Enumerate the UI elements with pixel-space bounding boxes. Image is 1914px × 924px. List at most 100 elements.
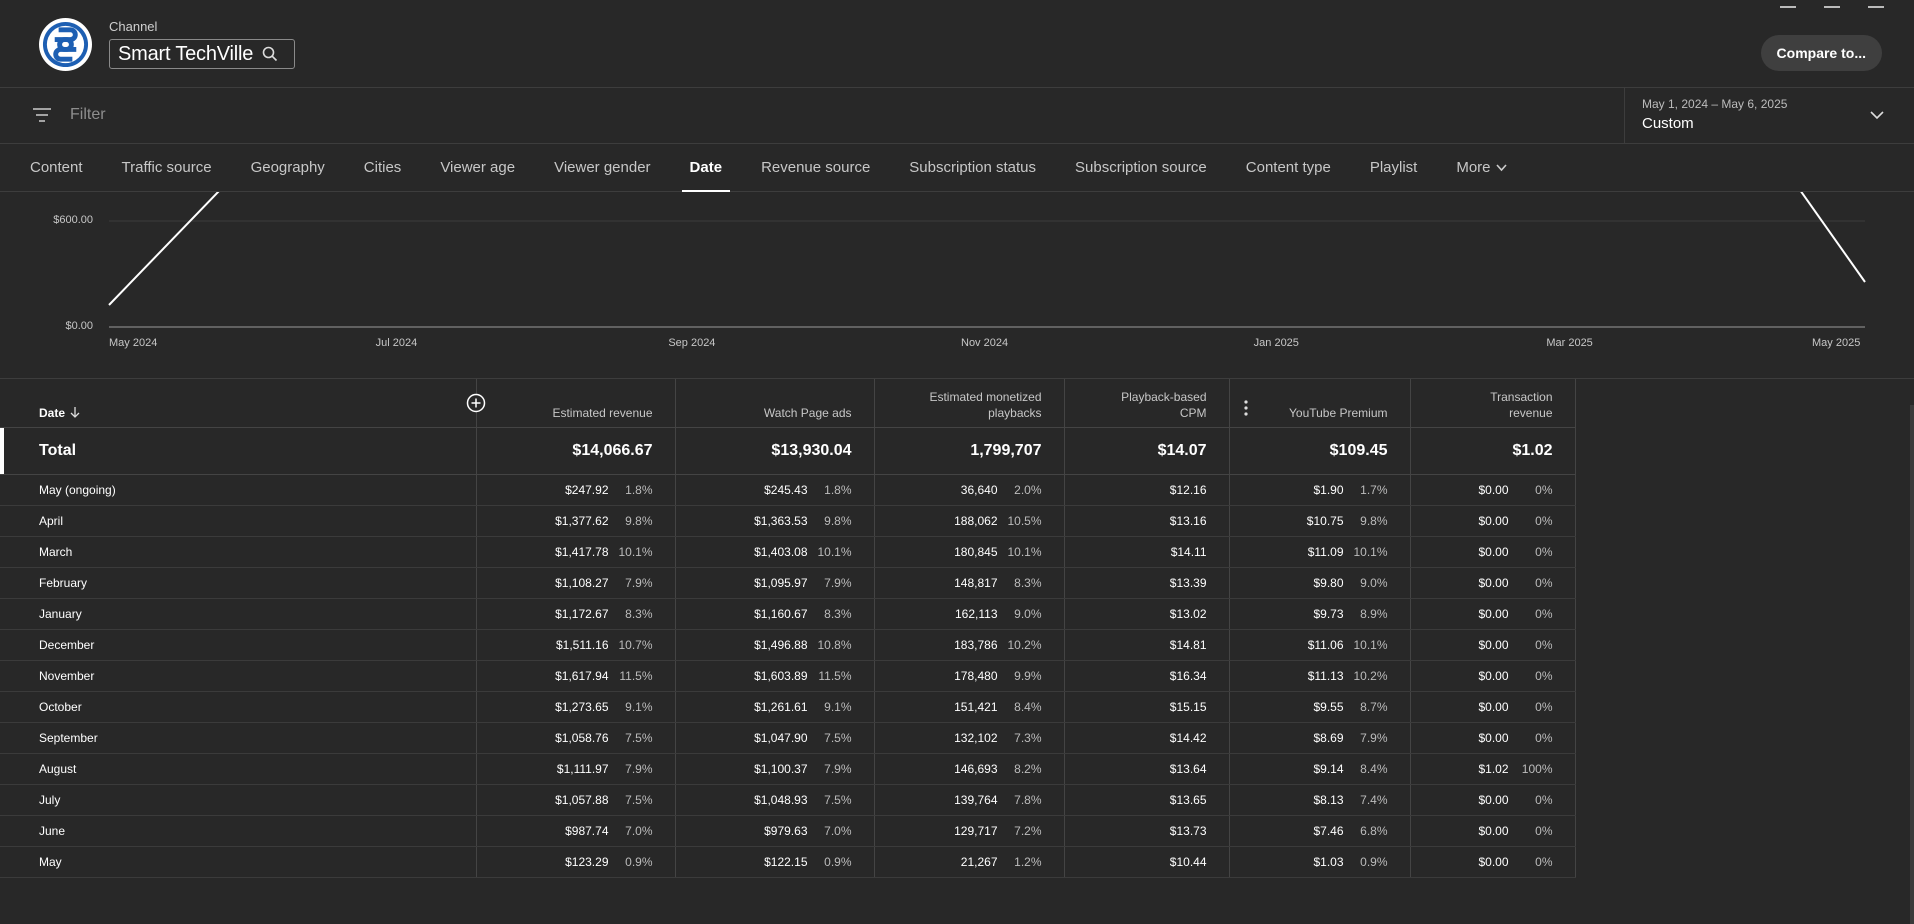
series-line: [1800, 192, 1866, 283]
row-transaction-percent: 0%: [1535, 668, 1553, 683]
row-playbacks: 180,845 10.1%: [874, 536, 1065, 568]
row-watch-page-ads-percent: 10.8%: [817, 637, 852, 652]
row-date: May: [0, 846, 477, 878]
table-row[interactable]: August $1,111.97 7.9% $1,100.37 7.9% 146,693 8…: [0, 753, 1576, 785]
row-cpm: $16.34: [1064, 660, 1230, 692]
date-range-picker[interactable]: May 1, 2024 – May 6, 2025 Custom: [1624, 88, 1914, 144]
tab-subscription-status[interactable]: Subscription status: [909, 145, 1036, 192]
row-cpm: $13.39: [1064, 567, 1230, 599]
table-row[interactable]: February $1,108.27 7.9% $1,095.97 7.9% 148,81…: [0, 567, 1576, 599]
row-watch-page-ads-percent: 7.0%: [824, 823, 852, 838]
row-watch-page-ads-percent: 11.5%: [818, 668, 852, 683]
table-row[interactable]: May (ongoing) $247.92 1.8% $245.43 1.8% 36,64…: [0, 474, 1576, 506]
row-transaction-value: $0.00: [1478, 575, 1509, 590]
tab-viewer-gender[interactable]: Viewer gender: [554, 145, 650, 192]
tab-revenue-source[interactable]: Revenue source: [761, 145, 870, 192]
tab-more[interactable]: More: [1456, 145, 1507, 192]
row-watch-page-ads-percent: 9.8%: [824, 513, 852, 528]
row-revenue-percent: 8.3%: [625, 606, 653, 621]
row-revenue-value: $123.29: [565, 854, 609, 869]
total-cpm: $14.07: [1064, 426, 1230, 475]
table-row[interactable]: December $1,511.16 10.7% $1,496.88 10.8% 183,…: [0, 629, 1576, 661]
tab-content[interactable]: Content: [30, 145, 83, 192]
table-row[interactable]: March $1,417.78 10.1% $1,403.08 10.1% 180,845…: [0, 536, 1576, 568]
table-row[interactable]: June $987.74 7.0% $979.63 7.0% 129,717 7.2% $13…: [0, 815, 1576, 847]
filter-input[interactable]: Filter: [70, 106, 106, 124]
row-premium: $1.03 0.9%: [1229, 846, 1411, 878]
row-premium-value: $1.90: [1313, 482, 1344, 497]
tab-geography[interactable]: Geography: [251, 145, 325, 192]
row-playbacks-value: 36,640: [960, 482, 998, 497]
series-line: [108, 192, 220, 306]
channel-selector[interactable]: Smart TechVille: [109, 39, 295, 69]
row-premium-value: $8.13: [1313, 792, 1344, 807]
row-transaction-value: $0.00: [1478, 823, 1509, 838]
date-range-mode: Custom: [1642, 115, 1694, 132]
row-date: June: [0, 815, 477, 847]
table-row[interactable]: September $1,058.76 7.5% $1,047.90 7.5% 132,1…: [0, 722, 1576, 754]
row-cpm-value: $14.11: [1170, 544, 1207, 559]
table-row[interactable]: July $1,057.88 7.5% $1,048.93 7.5% 139,764 7.8…: [0, 784, 1576, 816]
column-header-watch-page-ads[interactable]: Watch Page ads: [675, 379, 875, 427]
row-revenue: $123.29 0.9%: [476, 846, 676, 878]
row-cpm-value: $13.65: [1169, 792, 1207, 807]
search-icon[interactable]: [262, 46, 278, 62]
row-watch-page-ads: $979.63 7.0%: [675, 815, 875, 847]
feedback-icon[interactable]: [1824, 0, 1840, 8]
row-transaction-value: $0.00: [1478, 606, 1509, 621]
column-header-transaction-revenue[interactable]: Transaction revenue: [1410, 379, 1576, 427]
row-playbacks: 178,480 9.9%: [874, 660, 1065, 692]
channel-name: Smart TechVille: [118, 42, 254, 65]
row-premium-percent: 1.7%: [1360, 482, 1388, 497]
row-playbacks-percent: 8.2%: [1014, 761, 1042, 776]
row-transaction: $0.00 0%: [1410, 567, 1576, 599]
vertical-scrollbar[interactable]: [1910, 405, 1914, 924]
sort-descending-icon[interactable]: [70, 406, 80, 418]
table-row[interactable]: November $1,617.94 11.5% $1,603.89 11.5% 178,…: [0, 660, 1576, 692]
column-header-cpm[interactable]: Playback-based CPM: [1064, 379, 1230, 427]
filter-icon[interactable]: [33, 107, 51, 123]
row-premium-percent: 0.9%: [1360, 854, 1388, 869]
row-premium-percent: 8.4%: [1360, 761, 1388, 776]
close-icon[interactable]: [1868, 0, 1884, 8]
tab-subscription-source[interactable]: Subscription source: [1075, 145, 1207, 192]
more-options-icon[interactable]: [1243, 400, 1248, 416]
row-playbacks: 132,102 7.3%: [874, 722, 1065, 754]
row-transaction: $0.00 0%: [1410, 784, 1576, 816]
row-revenue: $1,417.78 10.1%: [476, 536, 676, 568]
tab-content-type[interactable]: Content type: [1246, 145, 1331, 192]
tab-cities[interactable]: Cities: [364, 145, 402, 192]
chevron-down-icon[interactable]: [1870, 108, 1884, 122]
row-watch-page-ads-percent: 7.9%: [824, 575, 852, 590]
row-premium-value: $9.80: [1313, 575, 1344, 590]
row-playbacks-value: 146,693: [954, 761, 998, 776]
row-transaction-value: $0.00: [1478, 668, 1509, 683]
column-header-estimated-revenue[interactable]: Estimated revenue: [476, 379, 676, 427]
row-playbacks-value: 151,421: [954, 699, 998, 714]
row-date: November: [0, 660, 477, 692]
channel-logo[interactable]: [39, 18, 92, 71]
tab-traffic-source[interactable]: Traffic source: [122, 145, 212, 192]
compare-button[interactable]: Compare to...: [1760, 35, 1882, 71]
table-row[interactable]: April $1,377.62 9.8% $1,363.53 9.8% 188,062 10…: [0, 505, 1576, 537]
column-header-date[interactable]: Date: [0, 379, 485, 427]
channel-label: Channel: [109, 19, 158, 34]
table-row[interactable]: May $123.29 0.9% $122.15 0.9% 21,267 1.2% $10.4…: [0, 846, 1576, 878]
table-row[interactable]: October $1,273.65 9.1% $1,261.61 9.1% 151,421…: [0, 691, 1576, 723]
tab-playlist[interactable]: Playlist: [1370, 145, 1418, 192]
tab-date[interactable]: Date: [681, 145, 730, 192]
row-playbacks: 21,267 1.2%: [874, 846, 1065, 878]
column-header-youtube-premium[interactable]: YouTube Premium: [1229, 379, 1411, 427]
row-premium-value: $9.14: [1313, 761, 1344, 776]
row-premium-value: $8.69: [1313, 730, 1344, 745]
total-transaction: $1.02: [1410, 426, 1576, 475]
download-icon[interactable]: [1780, 0, 1796, 8]
row-playbacks-value: 21,267: [960, 854, 998, 869]
column-header-monetized-playbacks[interactable]: Estimated monetized playbacks: [874, 379, 1065, 427]
row-watch-page-ads-value: $979.63: [764, 823, 808, 838]
table-row[interactable]: January $1,172.67 8.3% $1,160.67 8.3% 162,113…: [0, 598, 1576, 630]
revenue-chart: $600.00 $0.00 May 2024 Jul 2024 Sep 2024 Nov …: [0, 192, 1914, 378]
tab-viewer-age[interactable]: Viewer age: [440, 145, 515, 192]
row-premium-value: $9.55: [1313, 699, 1344, 714]
add-column-icon[interactable]: [466, 393, 486, 413]
